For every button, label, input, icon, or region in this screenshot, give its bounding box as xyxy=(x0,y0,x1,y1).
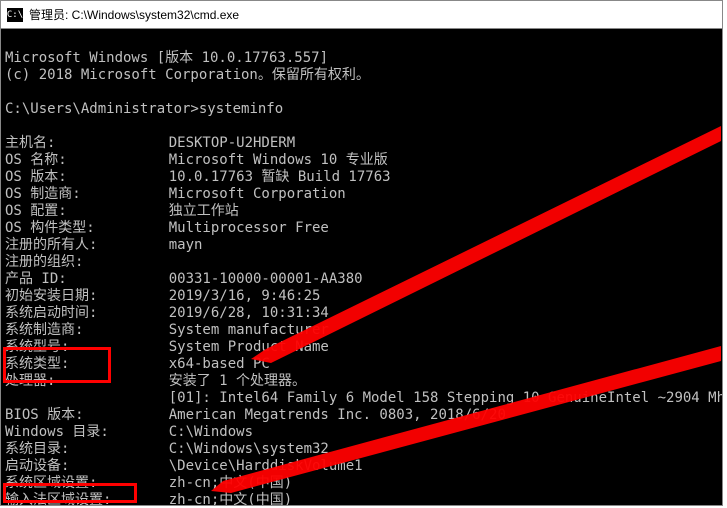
header-line-2: (c) 2018 Microsoft Corporation。保留所有权利。 xyxy=(5,67,370,83)
prompt-path: C:\Users\Administrator> xyxy=(5,101,199,117)
systype-value: x64-based PC xyxy=(169,356,270,372)
cpu-value: 安装了 1 个处理器。 xyxy=(169,373,306,389)
sysmodel-label: 系统型号: xyxy=(5,339,135,356)
header-line-1: Microsoft Windows [版本 10.0.17763.557] xyxy=(5,50,328,66)
syslocale-label: 系统区域设置: xyxy=(5,475,135,492)
bios-value: American Megatrends Inc. 0803, 2018/6/20 xyxy=(169,407,506,423)
bootdev-value: \Device\HarddiskVolume1 xyxy=(169,458,363,474)
window-title: 管理员: C:\Windows\system32\cmd.exe xyxy=(29,6,239,23)
terminal-output[interactable]: Microsoft Windows [版本 10.0.17763.557] (c… xyxy=(1,29,722,505)
bios-label: BIOS 版本: xyxy=(5,407,135,424)
cmd-icon: C:\ xyxy=(7,8,23,22)
osname-value: Microsoft Windows 10 专业版 xyxy=(169,152,388,168)
osbuild-label: OS 构件类型: xyxy=(5,220,135,237)
titlebar[interactable]: C:\ 管理员: C:\Windows\system32\cmd.exe xyxy=(1,1,722,29)
boot-value: 2019/6/28, 10:31:34 xyxy=(169,305,329,321)
osmfg-value: Microsoft Corporation xyxy=(169,186,346,202)
osbuild-value: Multiprocessor Free xyxy=(169,220,329,236)
command-entered: systeminfo xyxy=(199,101,283,117)
sysmfg-value: System manufacturer xyxy=(169,322,329,338)
prodid-value: 00331-10000-00001-AA380 xyxy=(169,271,363,287)
osmfg-label: OS 制造商: xyxy=(5,186,135,203)
inputlocale-value: zh-cn;中文(中国) xyxy=(169,492,292,505)
boot-label: 系统启动时间: xyxy=(5,305,135,322)
hostname-label: 主机名: xyxy=(5,135,135,152)
cmd-window: C:\ 管理员: C:\Windows\system32\cmd.exe Mic… xyxy=(0,0,723,506)
install-value: 2019/3/16, 9:46:25 xyxy=(169,288,321,304)
osver-label: OS 版本: xyxy=(5,169,135,186)
inputlocale-label: 输入法区域设置: xyxy=(5,492,135,505)
cpu-detail-value: [01]: Intel64 Family 6 Model 158 Steppin… xyxy=(169,390,722,406)
sysmodel-value: System Product Name xyxy=(169,339,329,355)
bootdev-label: 启动设备: xyxy=(5,458,135,475)
regowner-label: 注册的所有人: xyxy=(5,237,135,254)
syslocale-value: zh-cn;中文(中国) xyxy=(169,475,292,491)
sysmfg-label: 系统制造商: xyxy=(5,322,135,339)
windir-value: C:\Windows xyxy=(169,424,253,440)
hostname-value: DESKTOP-U2HDERM xyxy=(169,135,295,151)
osver-value: 10.0.17763 暂缺 Build 17763 xyxy=(169,169,391,185)
oscfg-value: 独立工作站 xyxy=(169,203,239,219)
osname-label: OS 名称: xyxy=(5,152,135,169)
cpu-label: 处理器: xyxy=(5,373,135,390)
regowner-value: mayn xyxy=(169,237,203,253)
regorg-label: 注册的组织: xyxy=(5,254,135,271)
systype-label: 系统类型: xyxy=(5,356,135,373)
oscfg-label: OS 配置: xyxy=(5,203,135,220)
windir-label: Windows 目录: xyxy=(5,424,135,441)
prodid-label: 产品 ID: xyxy=(5,271,135,288)
sysdir-value: C:\Windows\system32 xyxy=(169,441,329,457)
install-label: 初始安装日期: xyxy=(5,288,135,305)
sysdir-label: 系统目录: xyxy=(5,441,135,458)
